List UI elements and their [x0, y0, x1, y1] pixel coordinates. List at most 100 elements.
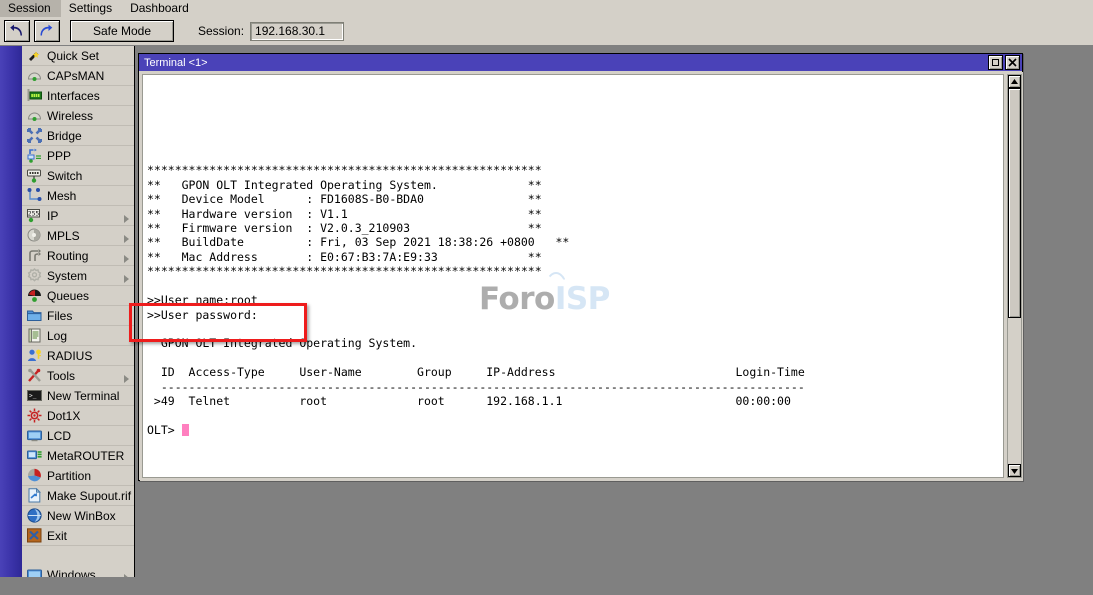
dot1x-icon — [26, 408, 42, 424]
sidebar-item-label: Exit — [47, 529, 67, 543]
sidebar-item-system[interactable]: System — [22, 266, 134, 286]
safe-mode-button[interactable]: Safe Mode — [70, 20, 174, 42]
ip-255-icon: 255 — [26, 208, 42, 224]
sidebar-item-ppp[interactable]: PPP — [22, 146, 134, 166]
routing-icon — [26, 248, 42, 264]
scroll-up-arrow-icon — [1011, 79, 1018, 85]
exit-icon — [26, 528, 42, 544]
monitor-icon — [26, 567, 42, 578]
terminal-icon: >_ — [26, 388, 42, 404]
sidebar-item-label: Partition — [47, 469, 91, 483]
interfaces-icon — [26, 88, 42, 104]
terminal-titlebar[interactable]: Terminal <1> — [139, 54, 1022, 71]
sidebar-item-radius[interactable]: RADIUS — [22, 346, 134, 366]
session-address-field[interactable]: 192.168.30.1 — [250, 22, 344, 41]
sidebar-item-new-winbox[interactable]: New WinBox — [22, 506, 134, 526]
sidebar-item-routing[interactable]: Routing — [22, 246, 134, 266]
wand-icon — [26, 48, 42, 64]
sidebar-item-label: Make Supout.rif — [47, 489, 131, 503]
close-button[interactable] — [1005, 55, 1020, 70]
antenna-icon — [26, 68, 42, 84]
close-icon — [1008, 58, 1017, 67]
switch-icon — [26, 168, 42, 184]
terminal-output[interactable]: ****************************************… — [142, 74, 1004, 478]
sidebar-item-partition[interactable]: Partition — [22, 466, 134, 486]
scroll-up-button[interactable] — [1008, 75, 1021, 88]
winbox-side-strip: WinBox — [0, 46, 22, 577]
sidebar-item-label: RADIUS — [47, 349, 92, 363]
sidebar-item-label: Wireless — [47, 109, 93, 123]
scroll-down-button[interactable] — [1008, 464, 1021, 477]
sidebar-item-label: Tools — [47, 369, 75, 383]
sidebar-item-label: LCD — [47, 429, 71, 443]
sidebar-item-bridge[interactable]: Bridge — [22, 126, 134, 146]
maximize-button[interactable] — [988, 55, 1003, 70]
terminal-prompt-line: OLT> — [147, 423, 1003, 437]
redo-button[interactable] — [34, 20, 60, 42]
undo-arrow-icon — [9, 24, 25, 38]
sidebar-item-label: PPP — [47, 149, 71, 163]
sidebar-item-tools[interactable]: Tools — [22, 366, 134, 386]
scrollbar-thumb[interactable] — [1008, 88, 1021, 318]
metarouter-icon — [26, 448, 42, 464]
terminal-window[interactable]: Terminal <1> ***************************… — [138, 53, 1023, 481]
sidebar-item-capsman[interactable]: CAPsMAN — [22, 66, 134, 86]
menu-bar: Session Settings Dashboard — [0, 0, 1093, 17]
sidebar-item-label: CAPsMAN — [47, 69, 104, 83]
sidebar-item-wireless[interactable]: Wireless — [22, 106, 134, 126]
menu-item-dashboard[interactable]: Dashboard — [122, 0, 199, 17]
queues-icon — [26, 288, 42, 304]
sidebar-item-label: New WinBox — [47, 509, 116, 523]
sidebar-item-label: Windows — [47, 568, 96, 578]
monitor-icon — [26, 428, 42, 444]
radius-user-icon — [26, 348, 42, 364]
sidebar-item-label: MetaROUTER — [47, 449, 124, 463]
sidebar-item-dot1x[interactable]: Dot1X — [22, 406, 134, 426]
sidebar-item-metarouter[interactable]: MetaROUTER — [22, 446, 134, 466]
sidebar-item-log[interactable]: Log — [22, 326, 134, 346]
sidebar-item-label: Queues — [47, 289, 89, 303]
sidebar-item-label: Quick Set — [47, 49, 99, 63]
sidebar-item-lcd[interactable]: LCD — [22, 426, 134, 446]
antenna-icon — [26, 108, 42, 124]
menu-item-session[interactable]: Session — [0, 0, 61, 17]
maximize-icon — [992, 59, 999, 66]
terminal-scrollbar[interactable] — [1007, 74, 1022, 478]
menu-item-settings[interactable]: Settings — [61, 0, 122, 17]
toolbar: Safe Mode Session: 192.168.30.1 — [0, 17, 1093, 46]
sidebar-item-make-supout-rif[interactable]: Make Supout.rif — [22, 486, 134, 506]
sidebar-item-queues[interactable]: Queues — [22, 286, 134, 306]
sidebar-item-label: Dot1X — [47, 409, 80, 423]
mpls-icon — [26, 228, 42, 244]
sidebar-item-mesh[interactable]: Mesh — [22, 186, 134, 206]
sidebar-item-label: Bridge — [47, 129, 82, 143]
tools-icon — [26, 368, 42, 384]
undo-button[interactable] — [4, 20, 30, 42]
sidebar-item-quick-set[interactable]: Quick Set — [22, 46, 134, 66]
sidebar-item-mpls[interactable]: MPLS — [22, 226, 134, 246]
svg-text:255: 255 — [27, 210, 39, 218]
log-icon — [26, 328, 42, 344]
sidebar-item-label: System — [47, 269, 87, 283]
terminal-leading-blank — [147, 77, 1003, 163]
chevron-right-icon — [124, 371, 129, 379]
chevron-right-icon — [124, 251, 129, 259]
bridge-icon — [26, 128, 42, 144]
sidebar-item-ip[interactable]: 255 IP — [22, 206, 134, 226]
sidebar-item-new-terminal[interactable]: >_New Terminal — [22, 386, 134, 406]
sidebar-item-label: Routing — [47, 249, 88, 263]
terminal-cursor — [182, 424, 189, 436]
sidebar-item-interfaces[interactable]: Interfaces — [22, 86, 134, 106]
sidebar-item-exit[interactable]: Exit — [22, 526, 134, 546]
sidebar-item-label: Mesh — [47, 189, 76, 203]
chevron-right-icon — [124, 271, 129, 279]
sidebar-item-files[interactable]: Files — [22, 306, 134, 326]
winbox-globe-icon — [26, 508, 42, 524]
sidebar-item-switch[interactable]: Switch — [22, 166, 134, 186]
terminal-prompt: OLT> — [147, 423, 175, 437]
sidebar-item-windows[interactable]: Windows — [22, 565, 134, 577]
sidebar-item-label: IP — [47, 209, 58, 223]
chevron-right-icon — [124, 211, 129, 219]
terminal-banner: ****************************************… — [147, 163, 1003, 278]
ppp-icon — [26, 148, 42, 164]
